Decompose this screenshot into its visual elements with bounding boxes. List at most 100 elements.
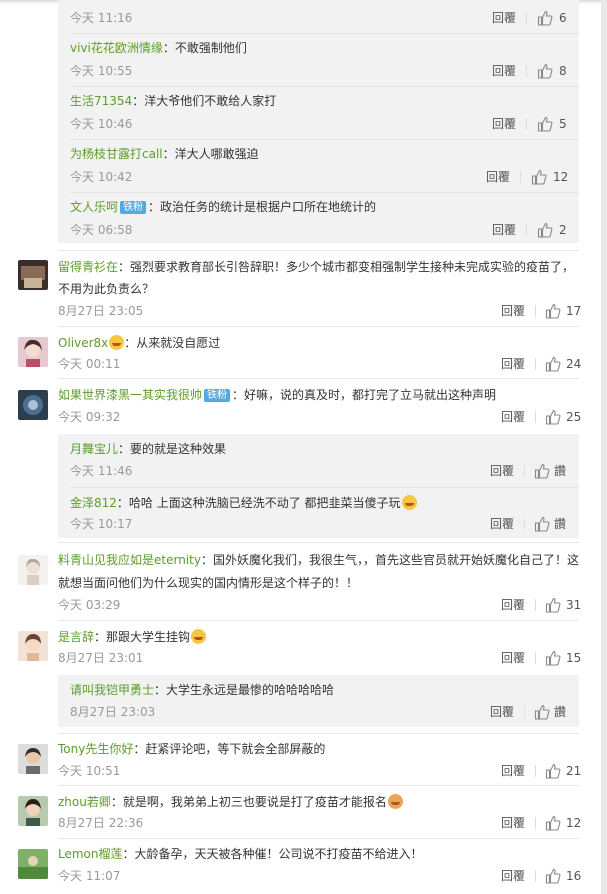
reply-text: ：要的就是这种效果 [118, 442, 227, 456]
laugh-emoji-icon [401, 495, 417, 510]
reply-box: 请叫我铠甲勇士：大学生永远是最惨的哈哈哈哈哈 8月27日 23:03 回覆 讚 [58, 675, 579, 727]
reply-time: 今天 10:55 [70, 64, 133, 78]
reply-username[interactable]: 月舞宝儿 [70, 442, 118, 456]
like-icon[interactable] [545, 597, 561, 613]
comment-username[interactable]: Oliver8x [58, 336, 108, 350]
reply-time: 今天 10:42 [70, 170, 133, 184]
reply-button[interactable]: 回覆 [501, 357, 525, 371]
reply-button[interactable]: 回覆 [492, 117, 516, 131]
reply-button[interactable]: 回覆 [501, 410, 525, 424]
like-icon[interactable] [537, 222, 553, 238]
reply-time: 今天 10:17 [70, 517, 133, 531]
reply-username[interactable]: 文人乐呵 [70, 200, 118, 214]
reply-button[interactable]: 回覆 [492, 223, 516, 237]
comment-username[interactable]: 是言辞 [58, 630, 94, 644]
avatar[interactable] [18, 796, 48, 826]
reply-item: 为杨枝甘露打call：洋大人哪敢强迫 今天 10:42 回覆 12 [58, 144, 579, 192]
reply-box: 今天 11:16 回覆 6 vivi花花欧洲情缘：不敢强制他们 今天 10:55… [58, 0, 579, 243]
comment-username[interactable]: 料青山见我应如是eternity [58, 553, 201, 567]
comment-item: 留得青衫在：强烈要求教育部长引咎辞职！多少个城市都变相强制学生接种未完成实验的疫… [0, 258, 600, 324]
comment-item: Lemon榴莲：大龄备孕，天天被各种催！公司说不打疫苗不给进入！ 今天 11:0… [0, 845, 600, 887]
avatar[interactable] [18, 631, 48, 661]
comment-username[interactable]: 留得青衫在 [58, 260, 118, 274]
like-icon[interactable] [531, 169, 547, 185]
comment-text: ：就是啊，我弟弟上初三也要说是打了疫苗才能报名 [110, 795, 387, 809]
reply-username[interactable]: vivi花花欧洲情缘 [70, 41, 163, 55]
avatar[interactable] [18, 555, 48, 585]
reply-item: 文人乐呵 铁粉 ：政治任务的统计是根据户口所在地统计的 今天 06:58 回覆 2 [58, 197, 579, 243]
fan-badge: 铁粉 [204, 389, 231, 402]
avatar[interactable] [18, 849, 48, 879]
like-icon[interactable] [534, 463, 550, 479]
reply-button[interactable]: 回覆 [490, 705, 514, 719]
like-icon[interactable] [534, 516, 550, 532]
reply-time: 8月27日 23:03 [70, 705, 156, 719]
like-count: 25 [566, 410, 582, 424]
avatar[interactable] [18, 260, 48, 290]
like-icon[interactable] [537, 116, 553, 132]
reply-username[interactable]: 生活71354 [70, 94, 132, 108]
reply-button[interactable]: 回覆 [490, 464, 514, 478]
comment-text: ：国外妖魔化我们，我很生气，，首先这些官员就开始妖魔化自己了！这 [200, 553, 579, 567]
reply-username[interactable]: 请叫我铠甲勇士 [70, 683, 154, 697]
like-count: 24 [566, 357, 582, 371]
comment-text-line2: 就想当面问他们为什么现实的国内情形是这个样子的！！ [58, 576, 359, 590]
comment-text: ：那跟大学生挂钩 [94, 630, 191, 644]
comment-time: 8月27日 23:05 [58, 304, 144, 318]
avatar[interactable] [18, 337, 48, 367]
vip-emoji-icon [109, 335, 125, 350]
comment-time: 8月27日 22:36 [58, 816, 144, 830]
comment-username[interactable]: zhou若卿 [58, 795, 111, 809]
reply-username[interactable]: 为杨枝甘露打call [70, 147, 163, 161]
comment-text: ：赶紧评论吧，等下就会全部屏蔽的 [133, 742, 326, 756]
reply-button[interactable]: 回覆 [501, 764, 525, 778]
reply-text: ：不敢强制他们 [162, 41, 247, 55]
like-icon[interactable] [534, 704, 550, 720]
like-icon[interactable] [545, 409, 561, 425]
avatar[interactable] [18, 744, 48, 774]
comment-text: ：从来就没自愿过 [124, 336, 221, 350]
reply-button[interactable]: 回覆 [490, 517, 514, 531]
reply-text: ：哈哈 上面这种洗脑已经洗不动了 都把韭菜当傻子玩 [116, 496, 401, 510]
like-icon[interactable] [545, 303, 561, 319]
like-count: 12 [553, 170, 569, 184]
reply-button[interactable]: 回覆 [501, 304, 525, 318]
reply-username[interactable]: 金泽812 [70, 496, 117, 510]
like-icon[interactable] [545, 356, 561, 372]
like-count: 5 [559, 117, 567, 131]
comment-item: zhou若卿：就是啊，我弟弟上初三也要说是打了疫苗才能报名 8月27日 22:3… [0, 792, 600, 834]
like-icon[interactable] [545, 763, 561, 779]
reply-button[interactable]: 回覆 [501, 598, 525, 612]
reply-time: 今天 11:16 [70, 11, 133, 25]
reply-button[interactable]: 回覆 [501, 651, 525, 665]
like-count: 16 [566, 869, 582, 883]
reply-button[interactable]: 回覆 [501, 869, 525, 883]
avatar[interactable] [18, 390, 48, 420]
reply-item: 月舞宝儿：要的就是这种效果 今天 11:46 回覆 讚 [58, 434, 579, 484]
reply-item: 请叫我铠甲勇士：大学生永远是最惨的哈哈哈哈哈 8月27日 23:03 回覆 讚 [58, 675, 579, 727]
like-icon[interactable] [545, 868, 561, 884]
comment-time: 今天 10:51 [58, 764, 121, 778]
like-icon[interactable] [545, 650, 561, 666]
reply-item: 金泽812：哈哈 上面这种洗脑已经洗不动了 都把韭菜当傻子玩 今天 10:17 … [58, 488, 579, 538]
comment-username[interactable]: Lemon榴莲 [58, 847, 123, 861]
scrollbar[interactable] [601, 0, 607, 894]
comment-item: Oliver8x ：从来就没自愿过 今天 00:11 回覆 24 [0, 333, 600, 375]
reply-text: ：政治任务的统计是根据户口所在地统计的 [148, 200, 377, 214]
cat-emoji-icon [387, 794, 403, 809]
like-icon[interactable] [537, 10, 553, 26]
comment-username[interactable]: Tony先生你好 [58, 742, 133, 756]
reply-text: ：洋大人哪敢强迫 [162, 147, 259, 161]
reply-button[interactable]: 回覆 [486, 170, 510, 184]
like-icon[interactable] [545, 815, 561, 831]
reply-button[interactable]: 回覆 [501, 816, 525, 830]
comment-text: ：好嘛，说的真及时，都打完了立马就出这种声明 [232, 388, 497, 402]
reply-time: 今天 06:58 [70, 223, 133, 237]
like-icon[interactable] [537, 63, 553, 79]
comment-username[interactable]: 如果世界漆黑一其实我很帅 [58, 388, 202, 402]
comment-item: 料青山见我应如是eternity：国外妖魔化我们，我很生气，，首先这些官员就开始… [0, 551, 600, 617]
reply-button[interactable]: 回覆 [492, 64, 516, 78]
zan-label: 讚 [554, 517, 567, 531]
like-count: 15 [566, 651, 582, 665]
reply-button[interactable]: 回覆 [492, 11, 516, 25]
